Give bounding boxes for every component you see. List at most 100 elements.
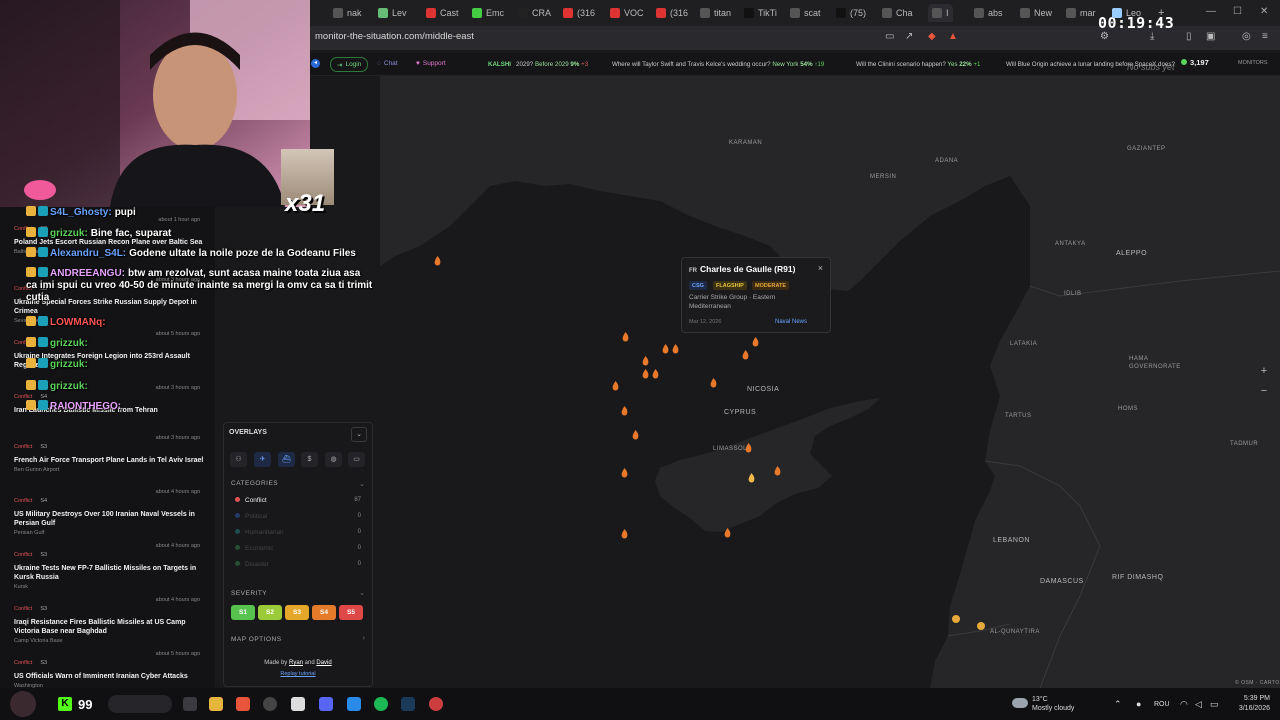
feed-item[interactable]: Conflict S3 about 4 hours ago Iraqi Resista…: [14, 597, 204, 644]
replay-tutorial-link[interactable]: Replay tutorial: [224, 671, 372, 677]
wifi-icon[interactable]: ◠: [1180, 699, 1188, 710]
obs-icon[interactable]: [263, 697, 277, 711]
collapse-chevron-icon[interactable]: ⌄: [351, 427, 367, 442]
flame-icon[interactable]: [434, 256, 441, 266]
severity-button[interactable]: S1: [231, 605, 255, 620]
flame-icon[interactable]: [642, 356, 649, 366]
severity-button[interactable]: S3: [285, 605, 309, 620]
zoom-in-button[interactable]: +: [1256, 365, 1272, 381]
severity-button[interactable]: S5: [339, 605, 363, 620]
event-marker[interactable]: [952, 615, 960, 623]
severity-button[interactable]: S4: [312, 605, 336, 620]
feed-item[interactable]: Conflict S3 about 3 hours ago French Air Fo…: [14, 435, 204, 473]
battery-icon[interactable]: ▭: [1210, 699, 1219, 710]
browser-tab[interactable]: TikTi: [744, 4, 777, 22]
discord-icon[interactable]: [319, 697, 333, 711]
chat-username[interactable]: grizzuk:: [50, 359, 88, 370]
language-indicator[interactable]: ROU: [1154, 701, 1170, 708]
flame-icon[interactable]: [748, 473, 755, 483]
flame-icon[interactable]: [642, 369, 649, 379]
category-row[interactable]: Economic 0: [235, 545, 361, 552]
chat-username[interactable]: Alexandru_S4L:: [50, 248, 126, 259]
browser-tab[interactable]: (316: [563, 4, 595, 22]
flame-icon[interactable]: [612, 381, 619, 391]
flame-icon[interactable]: [622, 332, 629, 342]
brave-shield-icon[interactable]: ◆: [928, 31, 936, 42]
aircraft-icon[interactable]: ✈: [254, 452, 271, 467]
dollar-icon[interactable]: $: [301, 452, 318, 467]
spotify-icon[interactable]: [374, 697, 388, 711]
category-row[interactable]: Political 0: [235, 513, 361, 520]
severity-chevron-icon[interactable]: ⌄: [359, 589, 365, 597]
wallet-icon[interactable]: ▣: [1206, 31, 1215, 42]
browser-tab[interactable]: nak: [333, 4, 362, 22]
browser-tab[interactable]: Cha: [882, 4, 913, 22]
map-options-label[interactable]: MAP OPTIONS: [231, 636, 282, 643]
chat-username[interactable]: RAIONTHEGO:: [50, 401, 121, 412]
feed-item[interactable]: Conflict S4 about 4 hours ago US Military D…: [14, 489, 204, 536]
steam-icon[interactable]: [401, 697, 415, 711]
severity-button[interactable]: S2: [258, 605, 282, 620]
flame-icon[interactable]: [662, 344, 669, 354]
flame-icon[interactable]: [621, 529, 628, 539]
browser-tab[interactable]: abs: [974, 4, 1003, 22]
maximize-button[interactable]: ☐: [1233, 6, 1242, 17]
browser-tab[interactable]: (75): [836, 4, 866, 22]
browser-tab[interactable]: CRA: [518, 4, 551, 22]
taskview-icon[interactable]: [183, 697, 197, 711]
popup-close-icon[interactable]: ×: [818, 263, 823, 273]
feed-item[interactable]: Conflict S3 about 5 hours ago US Officials …: [14, 651, 204, 688]
browser-tab[interactable]: mar: [1066, 4, 1096, 22]
chevron-left-icon[interactable]: ◂: [311, 59, 320, 68]
flame-icon[interactable]: [652, 369, 659, 379]
flame-icon[interactable]: [752, 337, 759, 347]
browser-tab[interactable]: (316: [656, 4, 688, 22]
streamer-avatar[interactable]: [10, 691, 36, 717]
weather-widget[interactable]: 13°C Mostly cloudy: [1032, 695, 1074, 713]
chrome-icon[interactable]: [429, 697, 443, 711]
support-button[interactable]: ♥ Support: [410, 57, 452, 70]
browser-tab[interactable]: Lev: [378, 4, 407, 22]
tray-chevron-icon[interactable]: ⌃: [1114, 699, 1122, 710]
vscode-icon[interactable]: [347, 697, 361, 711]
satellite-icon[interactable]: ◍: [325, 452, 342, 467]
extensions-icon[interactable]: ⚙: [1100, 31, 1109, 42]
volume-icon[interactable]: ◁: [1195, 699, 1202, 710]
brave-icon[interactable]: [236, 697, 250, 711]
flame-icon[interactable]: [742, 350, 749, 360]
chat-username[interactable]: ANDREEANGU:: [50, 268, 125, 279]
share-icon[interactable]: ↗: [905, 31, 913, 42]
category-row[interactable]: Disaster 0: [235, 561, 361, 568]
settings-icon[interactable]: ◎: [1242, 31, 1251, 42]
flame-icon[interactable]: [621, 406, 628, 416]
event-marker[interactable]: [977, 622, 985, 630]
browser-tab[interactable]: New: [1020, 4, 1052, 22]
chat-username[interactable]: grizzuk:: [50, 228, 88, 239]
chat-username[interactable]: grizzuk:: [50, 381, 88, 392]
brave-rewards-icon[interactable]: ▲: [948, 31, 958, 42]
close-window-button[interactable]: ✕: [1260, 6, 1268, 17]
browser-tab[interactable]: scat: [790, 4, 821, 22]
browser-tab[interactable]: Leo: [1112, 4, 1141, 22]
credit-author-david[interactable]: David: [316, 660, 331, 666]
chat-username[interactable]: S4L_Ghosty:: [50, 207, 112, 218]
download-icon[interactable]: ⤓: [1150, 31, 1154, 42]
taskbar-search[interactable]: [108, 695, 172, 713]
menu-icon[interactable]: ≡: [1262, 31, 1268, 42]
minimize-button[interactable]: —: [1206, 6, 1216, 17]
flame-icon[interactable]: [672, 344, 679, 354]
flame-icon[interactable]: [632, 430, 639, 440]
chat-button[interactable]: ◌ Chat: [371, 57, 404, 70]
people-icon[interactable]: ⚇: [230, 452, 247, 467]
ticker-item[interactable]: 2029? Before 2029 9% +3: [516, 61, 588, 68]
new-tab-icon[interactable]: +: [1158, 7, 1164, 19]
explorer-icon[interactable]: [209, 697, 223, 711]
sidebar-icon[interactable]: ▯: [1186, 31, 1192, 42]
chat-username[interactable]: grizzuk:: [50, 338, 88, 349]
flame-icon[interactable]: [745, 443, 752, 453]
store-icon[interactable]: [291, 697, 305, 711]
categories-chevron-icon[interactable]: ⌄: [359, 480, 365, 488]
zoom-out-button[interactable]: −: [1256, 385, 1272, 401]
flame-icon[interactable]: [710, 378, 717, 388]
chat-username[interactable]: LOWMANq:: [50, 317, 106, 328]
